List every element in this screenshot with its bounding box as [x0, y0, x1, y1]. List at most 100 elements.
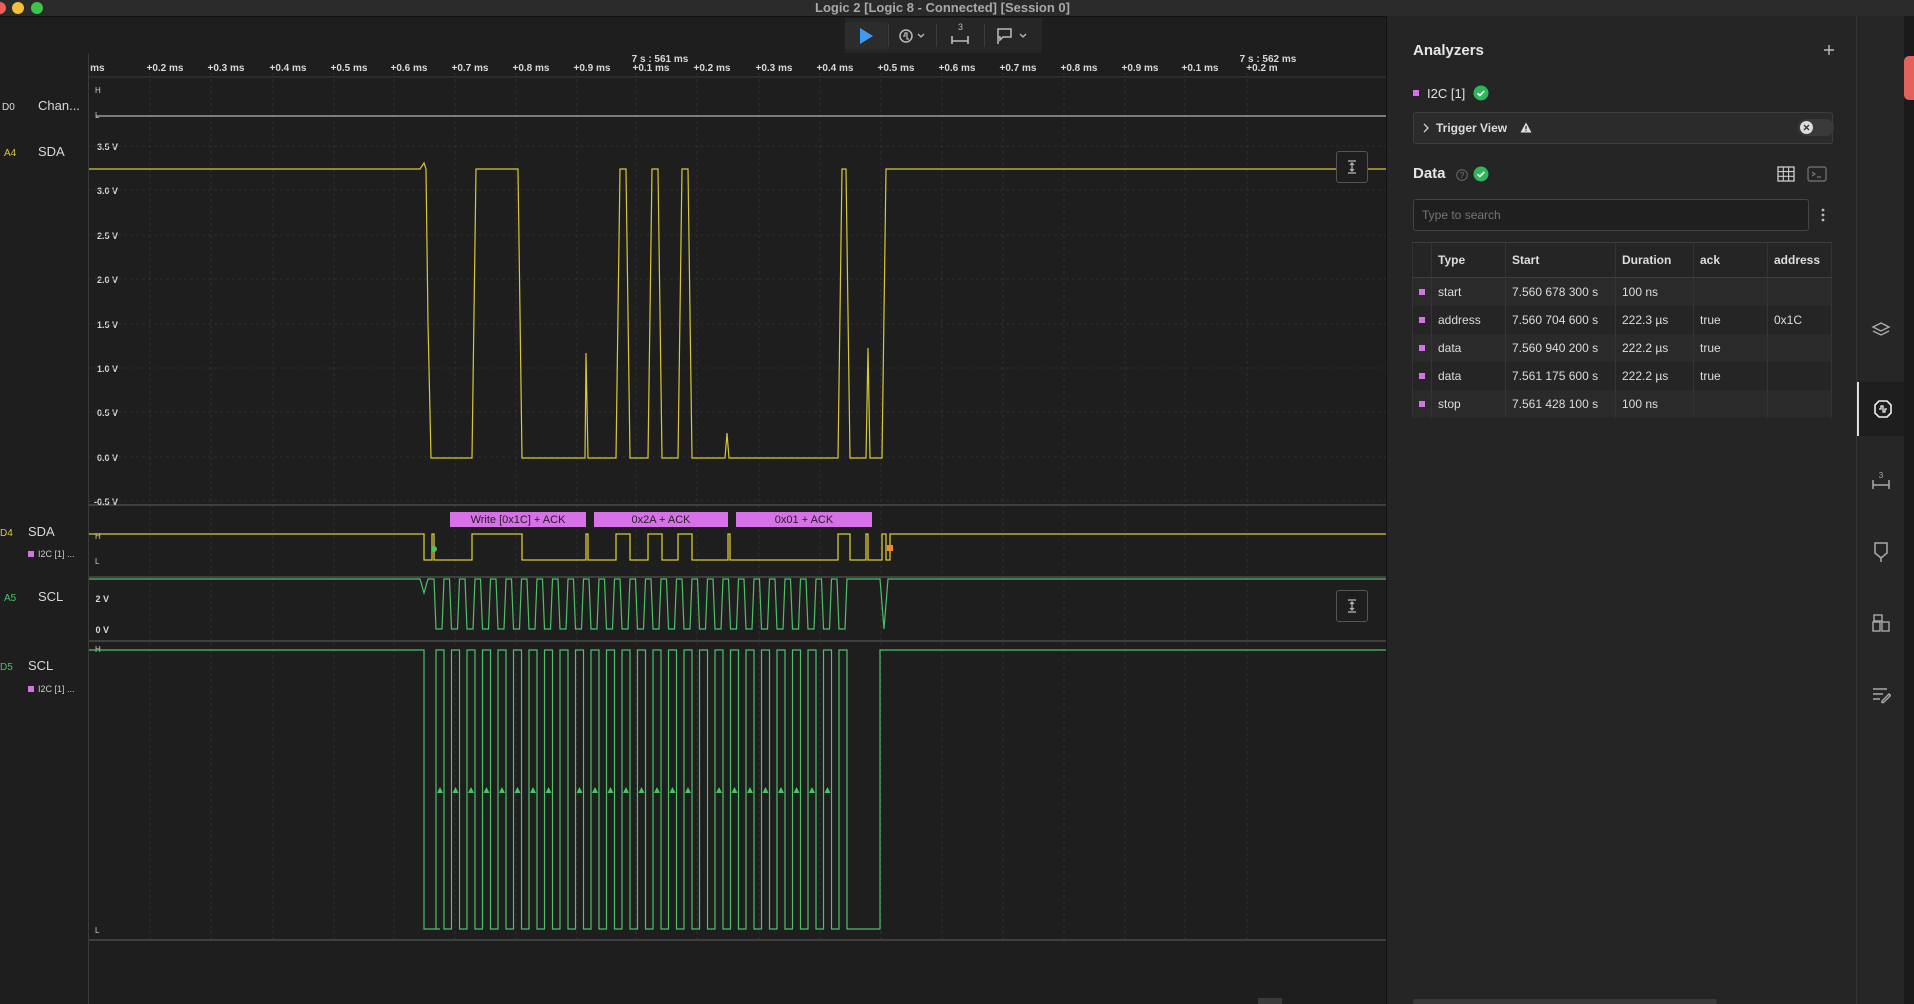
table-cell [1768, 334, 1832, 362]
table-cell: data [1432, 334, 1506, 362]
time-tick-label: +0.5 ms [331, 63, 368, 74]
rising-edge-marker [716, 787, 722, 793]
svg-text:?: ? [1460, 171, 1465, 180]
table-row[interactable]: start 7.560 678 300 s 100 ns [1412, 278, 1832, 306]
sidebar-item-analyzers[interactable] [1857, 382, 1907, 436]
voltage-axis-label: 0 V [95, 625, 109, 635]
panel-scrollbar[interactable] [1413, 999, 1717, 1004]
time-tick-label: +0.4 ms [270, 63, 307, 74]
column-header[interactable]: Start [1506, 243, 1616, 277]
time-group-label: 7 s : 561 ms [632, 54, 689, 65]
waveform-canvas[interactable]: 0.1 ms +0.2 ms +0.3 ms +0.4 ms +0.5 ms +0.6 m… [0, 53, 1386, 1004]
table-view-icon[interactable] [1777, 166, 1795, 182]
time-tick-label: +0.7 ms [452, 63, 489, 74]
rising-edge-marker [747, 787, 753, 793]
logic-low-label: L [95, 557, 100, 566]
data-title: Data [1413, 165, 1446, 182]
voltage-axis-label: 0.5 V [97, 408, 118, 418]
analyzer-item-i2c[interactable]: I2C [1] [1413, 85, 1489, 101]
timeline-scroll-thumb [1258, 998, 1282, 1004]
window-edge [1904, 16, 1914, 1004]
voltage-axis-label: 2.5 V [97, 231, 118, 241]
rising-edge-marker [437, 787, 443, 793]
i2c-analyzer-label-d4[interactable]: I2C [1] ... [28, 549, 75, 559]
voltage-axis-label: 2 V [95, 594, 109, 604]
start-capture-button[interactable] [845, 22, 887, 49]
marker-button[interactable] [987, 22, 1037, 49]
time-tick-label: +0.2 ms [147, 63, 184, 74]
column-header[interactable]: Duration [1616, 243, 1694, 277]
analyzers-icon [1874, 400, 1892, 418]
time-tick-label: +0.4 ms [817, 63, 854, 74]
channel-name-d0[interactable]: Chan... [38, 98, 80, 113]
data-search-input[interactable] [1413, 199, 1809, 231]
rising-edge-marker [731, 787, 738, 793]
help-icon[interactable]: ? [1456, 169, 1468, 181]
table-header: Type Start Duration ack address [1412, 242, 1832, 278]
sidebar-item-notes[interactable] [1857, 677, 1905, 713]
channel-name-d4[interactable]: SDA [28, 524, 55, 539]
i2c-analyzer-label-d5[interactable]: I2C [1] ... [28, 684, 75, 694]
rising-edge-marker [592, 787, 598, 793]
voltage-axis-label: 3.5 V [97, 142, 118, 152]
rising-edge-marker [685, 787, 691, 793]
time-tick-label: +0.9 ms [574, 63, 611, 74]
waveform-view[interactable]: 0.1 ms +0.2 ms +0.3 ms +0.4 ms +0.5 ms +0.6 m… [0, 53, 1386, 1004]
rising-edge-marker [623, 787, 629, 793]
channel-name-d5[interactable]: SCL [28, 658, 53, 673]
column-header[interactable]: ack [1694, 243, 1768, 277]
table-cell [1768, 278, 1832, 306]
table-cell: 222.3 µs [1616, 306, 1694, 334]
notes-icon [1873, 688, 1891, 704]
analyzer-name: I2C [1] [1427, 85, 1466, 101]
rising-edge-marker [468, 787, 474, 793]
trigger-settings-button[interactable] [891, 22, 933, 49]
column-header[interactable]: address [1768, 243, 1832, 277]
time-tick-label: +0.6 ms [391, 63, 428, 74]
sidebar-item-markers[interactable] [1857, 534, 1905, 570]
channel-tag-d0: D0 [2, 102, 15, 113]
extensions-icon [1872, 614, 1890, 632]
table-row[interactable]: data 7.560 940 200 s 222.2 µs true [1412, 334, 1832, 362]
table-cell: 100 ns [1616, 278, 1694, 306]
channel-name-a5[interactable]: SCL [38, 589, 63, 604]
sidebar-item-measure[interactable]: 3 [1857, 463, 1905, 499]
stop-marker [887, 545, 893, 551]
channel-tag-a5: A5 [4, 593, 17, 604]
table-row[interactable]: address 7.560 704 600 s 222.3 µs true 0x1C [1412, 306, 1832, 334]
rising-edge-marker [824, 787, 831, 793]
rising-edge-marker [483, 787, 490, 793]
table-cell: true [1694, 306, 1768, 334]
add-analyzer-button[interactable] [1819, 40, 1839, 60]
table-cell [1768, 390, 1832, 418]
rising-edge-marker [607, 787, 614, 793]
rising-edge-marker [545, 787, 552, 793]
trigger-view-toggle[interactable] [1798, 119, 1834, 136]
terminal-view-icon[interactable] [1807, 166, 1827, 182]
analyzer-color-swatch [1413, 90, 1419, 96]
table-cell: 7.560 678 300 s [1506, 278, 1616, 306]
analyzers-panel: Analyzers I2C [1] Trigger View Data ? [1386, 16, 1857, 1004]
logic-high-label: H [95, 532, 101, 541]
sidebar-item-layers[interactable] [1857, 311, 1905, 347]
more-options-icon[interactable] [1820, 207, 1826, 223]
table-row[interactable]: data 7.561 175 600 s 222.2 µs true [1412, 362, 1832, 390]
row-color-swatch [1419, 373, 1425, 379]
search-input[interactable] [1414, 200, 1804, 230]
table-cell: 222.2 µs [1616, 334, 1694, 362]
i2c-frame-label: 0x01 + ACK [775, 514, 834, 526]
autoscale-button-a4[interactable] [1336, 151, 1368, 183]
table-cell: true [1694, 334, 1768, 362]
measure-button[interactable]: 3 [939, 22, 981, 49]
i2c-frame-label: 0x2A + ACK [631, 514, 691, 526]
rising-edge-marker [778, 787, 784, 793]
table-row[interactable]: stop 7.561 428 100 s 100 ns [1412, 390, 1832, 418]
row-color-swatch [1419, 317, 1425, 323]
sidebar-item-extensions[interactable] [1857, 605, 1905, 641]
channel-tag-a4: A4 [4, 148, 17, 159]
table-cell: 0x1C [1768, 306, 1832, 334]
autoscale-button-a5[interactable] [1336, 590, 1368, 622]
column-header[interactable]: Type [1432, 243, 1506, 277]
channel-name-a4[interactable]: SDA [38, 144, 65, 159]
trigger-view-row[interactable]: Trigger View [1413, 112, 1834, 144]
